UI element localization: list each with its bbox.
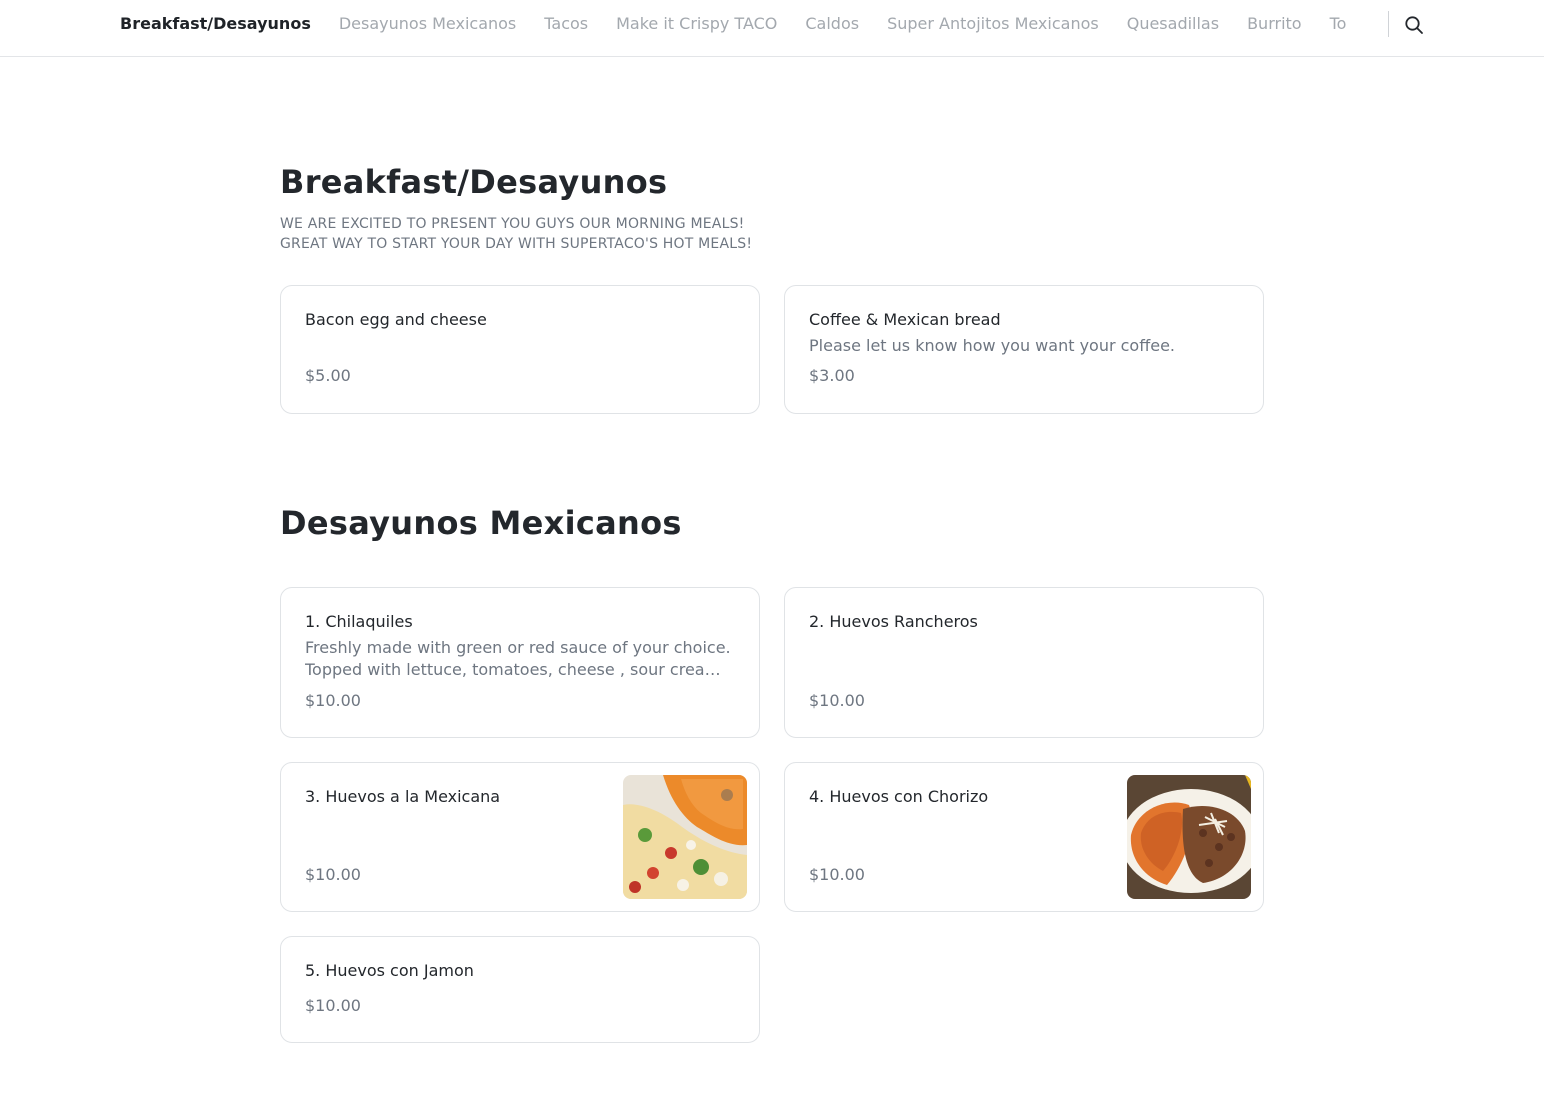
chorizo-eggs-with-beans-photo[interactable] [1127,775,1251,899]
menu-item-card[interactable]: 5. Huevos con Jamon $10.00 [280,936,760,1043]
menu-item-name: Bacon egg and cheese [305,310,487,329]
search-button[interactable] [1401,12,1427,38]
menu-item-name: 4. Huevos con Chorizo [809,787,989,806]
search-icon [1405,16,1423,34]
category-nav-bar: Breakfast/Desayunos Desayunos Mexicanos Ta… [0,0,1544,57]
menu-item-card[interactable]: 3. Huevos a la Mexicana $10.00 [280,762,760,912]
category-nav-scroller[interactable]: Breakfast/Desayunos Desayunos Mexicanos Ta… [120,0,1374,48]
menu-item-price: $5.00 [305,366,351,385]
menu-item-description: Please let us know how you want your cof… [809,336,1176,355]
menu-item-card[interactable]: 1. Chilaquiles Freshly made with green o… [280,587,760,738]
menu-item-card[interactable]: 2. Huevos Rancheros $10.00 [784,587,1264,738]
menu-item-price: $10.00 [305,996,361,1015]
menu-item-name: 2. Huevos Rancheros [809,612,978,631]
nav-tab-truncated[interactable]: To [1330,0,1347,48]
menu-item-card[interactable]: Bacon egg and cheese $5.00 [280,285,760,414]
nav-tab-make-it-crispy-taco[interactable]: Make it Crispy TACO [616,0,777,48]
menu-item-card[interactable]: 4. Huevos con Chorizo $10.00 [784,762,1264,912]
section-title: Breakfast/Desayunos [280,163,668,201]
menu-item-price: $10.00 [809,691,865,710]
menu-item-price: $3.00 [809,366,855,385]
nav-tab-super-antojitos-mexicanos[interactable]: Super Antojitos Mexicanos [887,0,1099,48]
menu-item-price: $10.00 [305,691,361,710]
nav-tab-breakfast-desayunos[interactable]: Breakfast/Desayunos [120,0,311,48]
nav-tab-burrito[interactable]: Burrito [1247,0,1302,48]
menu-section-desayunos-mexicanos: Desayunos Mexicanos 1. Chilaquiles Fresh… [280,503,1264,1043]
menu-item-name: 5. Huevos con Jamon [305,961,474,980]
menu-item-name: 3. Huevos a la Mexicana [305,787,501,806]
nav-tab-caldos[interactable]: Caldos [805,0,859,48]
section-description: WE ARE EXCITED TO PRESENT YOU GUYS OUR M… [280,216,753,252]
menu-item-name: 1. Chilaquiles [305,612,413,631]
nav-tab-quesadillas[interactable]: Quesadillas [1127,0,1219,48]
menu-item-price: $10.00 [809,865,865,884]
menu-section-breakfast: Breakfast/Desayunos WE ARE EXCITED TO PR… [280,162,1264,414]
menu-item-card[interactable]: Coffee & Mexican bread Please let us kno… [784,285,1264,414]
scrambled-eggs-with-rice-photo[interactable] [623,775,747,899]
menu-item-price: $10.00 [305,865,361,884]
nav-tab-tacos[interactable]: Tacos [544,0,588,48]
section-title: Desayunos Mexicanos [280,504,682,542]
menu-item-description: Freshly made with green or red sauce of … [305,638,731,679]
nav-tab-desayunos-mexicanos[interactable]: Desayunos Mexicanos [339,0,516,48]
menu-item-name: Coffee & Mexican bread [809,310,1001,329]
nav-divider [1388,11,1389,37]
